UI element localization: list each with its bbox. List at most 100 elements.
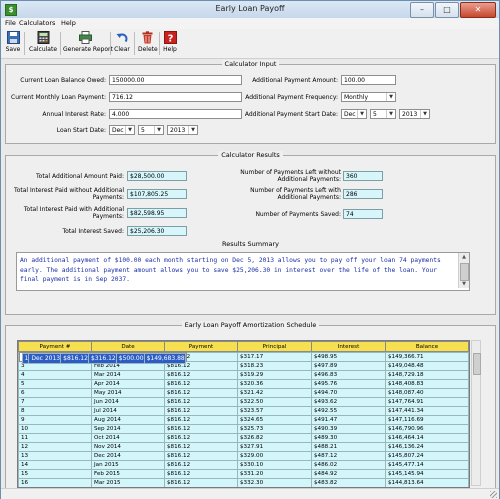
table-cell: 12 (18, 442, 92, 452)
table-cell: $816.12 (164, 460, 238, 470)
loan-balance-field[interactable]: 150000.00 (109, 75, 242, 85)
interest-without-value: $107,805.25 (127, 189, 187, 199)
undo-arrow-icon (116, 33, 127, 43)
table-row[interactable]: 12 Nov 2014 $816.12 $327.91 $488.21 $146,136.… (18, 442, 469, 452)
table-row[interactable]: 10 Sep 2014 $816.12 $325.73 $490.39 $146,790.… (18, 424, 469, 434)
scroll-thumb[interactable] (460, 263, 469, 281)
save-button[interactable]: Save (5, 31, 21, 57)
payment-frequency-select[interactable]: Monthly ▼ (341, 92, 396, 102)
table-row[interactable]: 1 Dec 2013 $816.12 $316.12 $500.00 $149,683.8… (18, 352, 187, 364)
table-row[interactable]: 11 Oct 2014 $816.12 $326.82 $489.30 $146,464.… (18, 433, 469, 443)
table-row[interactable]: 4 Mar 2014 $816.12 $319.29 $496.83 $148,729.1… (18, 370, 469, 380)
menu-file[interactable]: File (5, 19, 16, 27)
additional-start-month-select[interactable]: Dec ▼ (341, 109, 367, 119)
table-scrollbar[interactable] (471, 340, 481, 486)
table-row[interactable]: 14 Jan 2015 $816.12 $330.10 $486.02 $145,477.… (18, 460, 469, 470)
table-row[interactable]: 16 Mar 2015 $816.12 $332.30 $483.82 $144,813.… (18, 478, 469, 487)
table-cell: $816.12 (164, 478, 238, 487)
start-month-value: Dec (112, 127, 124, 134)
trash-can-icon (142, 31, 152, 44)
minimize-button[interactable]: – (410, 2, 434, 18)
table-cell: $816.12 (164, 388, 238, 398)
resize-grip-icon[interactable] (490, 491, 497, 498)
table-cell: $330.10 (237, 460, 312, 470)
close-button[interactable]: ✕ (460, 2, 496, 18)
chevron-down-icon: ▼ (386, 93, 395, 101)
table-cell: $498.95 (311, 352, 386, 362)
results-summary-box[interactable]: An additional payment of $100.00 each mo… (16, 252, 470, 291)
table-row[interactable]: 9 Aug 2014 $816.12 $324.65 $491.47 $147,116.6… (18, 415, 469, 425)
table-cell: $491.47 (311, 415, 386, 425)
toolbar: Save Calculate Generate Report Clear Del… (1, 29, 499, 59)
column-header[interactable]: Date (91, 341, 165, 352)
table-cell: $316.12 (87, 353, 117, 364)
additional-amount-field[interactable]: 100.00 (341, 75, 396, 85)
table-cell: $320.36 (237, 379, 312, 389)
interest-saved-value: $25,206.30 (127, 226, 187, 236)
clear-label: Clear (114, 46, 130, 53)
payments-saved-value: 74 (343, 209, 383, 219)
table-cell: $329.00 (237, 451, 312, 461)
table-row[interactable]: 7 Jun 2014 $816.12 $322.50 $493.62 $147,764.9… (18, 397, 469, 407)
generate-report-button[interactable]: Generate Report (63, 31, 113, 57)
column-header[interactable]: Interest (311, 341, 386, 352)
additional-start-day-select[interactable]: 5 ▼ (370, 109, 396, 119)
floppy-disk-icon (6, 31, 20, 44)
table-cell: 6 (18, 388, 92, 398)
scroll-down-icon[interactable]: ▼ (459, 280, 469, 288)
help-question-icon: ? (163, 31, 177, 44)
additional-start-year-select[interactable]: 2013 ▼ (399, 109, 430, 119)
table-row[interactable]: 8 Jul 2014 $816.12 $323.57 $492.55 $147,441.3… (18, 406, 469, 416)
clear-button[interactable]: Clear (114, 31, 130, 57)
summary-scrollbar[interactable]: ▲ ▼ (458, 253, 469, 288)
table-cell: Nov 2014 (91, 442, 165, 452)
table-cell: Mar 2014 (91, 370, 165, 380)
calculator-icon (37, 31, 49, 44)
payments-left-with-value: 286 (343, 189, 383, 199)
table-cell: Dec 2014 (91, 451, 165, 461)
menu-calculators[interactable]: Calculators (19, 19, 55, 27)
table-cell: $816.12 (164, 415, 238, 425)
table-cell: Oct 2014 (91, 433, 165, 443)
start-day-select[interactable]: 5 ▼ (138, 125, 164, 135)
column-header[interactable]: Payment (164, 341, 238, 352)
table-cell: $816.12 (164, 406, 238, 416)
save-label: Save (5, 46, 21, 53)
column-header[interactable]: Balance (385, 341, 469, 352)
chevron-down-icon: ▼ (154, 126, 163, 134)
table-cell: $146,464.14 (385, 433, 469, 443)
maximize-button[interactable]: □ (435, 2, 459, 18)
table-cell: $492.55 (311, 406, 386, 416)
column-header[interactable]: Principal (237, 341, 312, 352)
payments-saved-label: Number of Payments Saved: (255, 211, 341, 218)
scroll-up-icon[interactable]: ▲ (459, 253, 469, 261)
menu-bar: File Calculators Help (1, 18, 499, 29)
calculator-input-panel: Calculator Input Current Loan Balance Ow… (5, 60, 496, 144)
table-row[interactable]: 13 Dec 2014 $816.12 $329.00 $487.12 $145,807.… (18, 451, 469, 461)
menu-help[interactable]: Help (61, 19, 76, 27)
chevron-down-icon: ▼ (125, 126, 134, 134)
total-additional-paid-value: $28,500.00 (127, 171, 187, 181)
table-cell: $145,477.14 (385, 460, 469, 470)
table-cell: $494.70 (311, 388, 386, 398)
start-month-select[interactable]: Dec ▼ (109, 125, 135, 135)
table-cell: $816.12 (164, 379, 238, 389)
column-header[interactable]: Payment # (18, 341, 92, 352)
chevron-down-icon: ▼ (188, 126, 197, 134)
interest-rate-field[interactable]: 4.000 (109, 109, 242, 119)
generate-report-label: Generate Report (63, 46, 113, 53)
monthly-payment-field[interactable]: 716.12 (109, 92, 242, 102)
table-row[interactable]: 6 May 2014 $816.12 $321.42 $494.70 $148,087.4… (18, 388, 469, 398)
calculate-button[interactable]: Calculate (29, 31, 57, 57)
table-cell: $325.73 (237, 424, 312, 434)
table-row[interactable]: 5 Apr 2014 $816.12 $320.36 $495.76 $148,408.8… (18, 379, 469, 389)
table-scroll-thumb[interactable] (473, 353, 481, 375)
table-row[interactable]: 15 Feb 2015 $816.12 $331.20 $484.92 $145,145.… (18, 469, 469, 479)
help-label: Help (163, 46, 177, 53)
additional-start-year-value: 2013 (402, 111, 418, 118)
table-cell: 5 (18, 379, 92, 389)
help-button[interactable]: ? Help (162, 31, 178, 57)
table-cell: $148,729.18 (385, 370, 469, 380)
delete-button[interactable]: Delete (138, 31, 158, 57)
start-year-select[interactable]: 2013 ▼ (167, 125, 198, 135)
